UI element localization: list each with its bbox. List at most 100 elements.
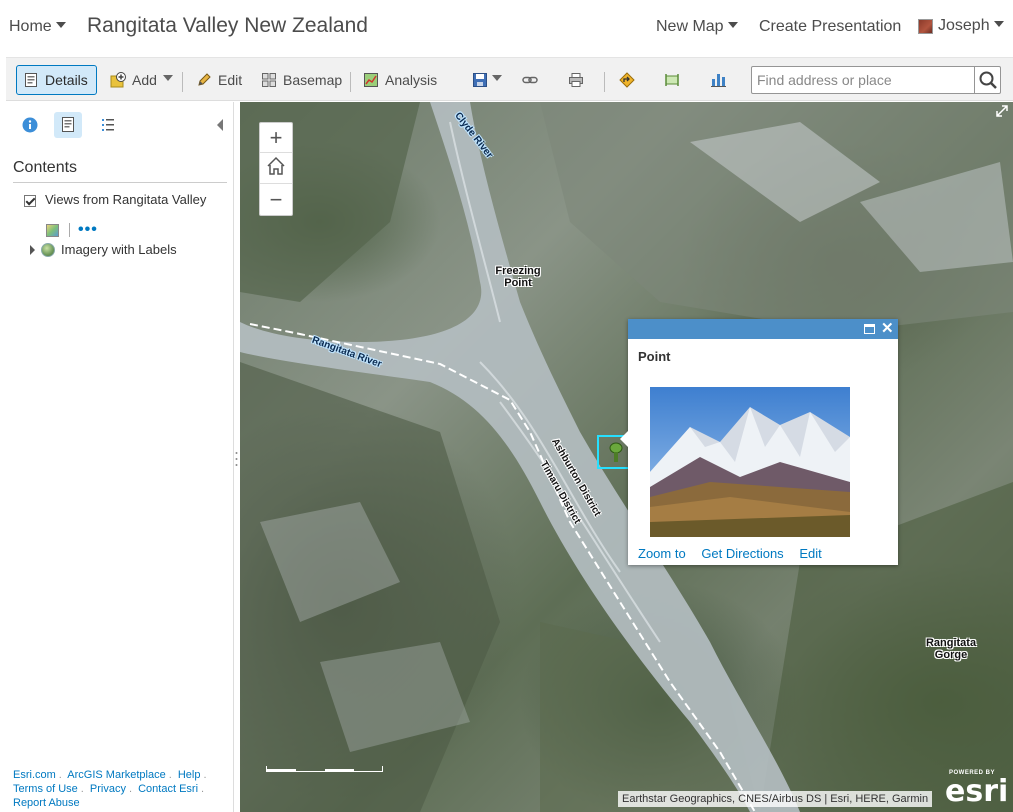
divider [13, 182, 227, 183]
details-label: Details [45, 72, 88, 88]
basemap-grid-icon [261, 72, 277, 88]
user-name: Joseph [938, 17, 990, 34]
fullscreen-icon[interactable] [995, 104, 1009, 118]
footer-link[interactable]: Contact Esri [138, 783, 198, 795]
bookmarks-icon [710, 72, 726, 88]
maximize-icon[interactable] [864, 324, 875, 334]
search-box [751, 66, 1001, 94]
close-icon[interactable]: ✕ [881, 320, 894, 338]
more-options-icon[interactable]: ••• [78, 222, 98, 238]
chevron-down-icon [55, 21, 66, 28]
divider [69, 223, 70, 237]
expand-arrow-icon[interactable] [30, 244, 35, 255]
popup-photo[interactable] [650, 387, 850, 537]
panel-resize-handle[interactable] [235, 450, 238, 468]
save-button[interactable] [466, 65, 508, 95]
create-presentation-link[interactable]: Create Presentation [759, 18, 901, 36]
home-extent-button[interactable] [260, 154, 292, 184]
footer-link[interactable]: Esri.com [13, 769, 56, 781]
search-icon [975, 71, 1001, 97]
toolbar-divider [182, 72, 183, 92]
search-input[interactable] [752, 67, 974, 93]
layer-label: Imagery with Labels [61, 242, 177, 257]
measure-icon [664, 72, 680, 88]
chevron-down-icon [993, 21, 1004, 27]
new-map-menu[interactable]: New Map [656, 18, 738, 36]
analysis-label: Analysis [385, 72, 438, 88]
basemap-button[interactable]: Basemap [255, 65, 348, 95]
popup-title: Point [638, 349, 671, 364]
popup-actions: Zoom to Get Directions Edit [638, 546, 834, 561]
user-menu[interactable]: Joseph [918, 17, 1004, 35]
zoom-to-link[interactable]: Zoom to [638, 546, 686, 561]
layer-actions: ••• [46, 222, 98, 238]
scale-bar [266, 766, 383, 772]
pencil-icon [196, 72, 212, 88]
home-icon [265, 155, 287, 183]
details-button[interactable]: Details [16, 65, 97, 95]
directions-button[interactable] [613, 65, 647, 95]
toolbar-divider [350, 72, 351, 92]
avatar [918, 18, 933, 34]
chevron-down-icon [162, 75, 173, 81]
footer-link[interactable]: Terms of Use [13, 783, 78, 795]
layer-label[interactable]: Views from Rangitata Valley [45, 192, 215, 207]
top-header: Home Rangitata Valley New Zealand New Ma… [0, 0, 1013, 56]
measure-button[interactable] [658, 65, 692, 95]
feature-popup: ✕ Point Zoom to Get Directions Edit [620, 319, 898, 565]
print-button[interactable] [562, 65, 596, 95]
map-label-place: Rangitata Gorge [925, 637, 977, 661]
details-icon [23, 72, 39, 88]
add-button[interactable]: Add [104, 65, 179, 95]
layer-visibility-checkbox[interactable] [24, 195, 36, 207]
analysis-icon [363, 72, 379, 88]
legend-list-icon [94, 119, 122, 142]
contents-title: Contents [13, 159, 78, 176]
basemap-label: Basemap [283, 72, 343, 88]
left-panel: Contents Views from Rangitata Valley •••… [6, 102, 234, 812]
new-map-label: New Map [656, 18, 724, 35]
footer-link[interactable]: ArcGIS Marketplace [67, 769, 165, 781]
map-label-place: Freezing Point [495, 265, 541, 289]
footer-link[interactable]: Report Abuse [13, 797, 80, 809]
home-menu[interactable]: Home [9, 18, 66, 36]
print-icon [568, 72, 584, 88]
info-icon [16, 117, 44, 142]
chevron-down-icon [492, 75, 502, 81]
tab-contents[interactable] [54, 112, 82, 138]
contents-icon [54, 117, 82, 142]
save-icon [472, 72, 488, 88]
tab-legend[interactable] [94, 112, 122, 138]
edit-button[interactable]: Edit [190, 65, 248, 95]
legend-icon[interactable] [46, 223, 59, 237]
basemap-globe-icon [41, 242, 55, 257]
collapse-panel-icon[interactable] [217, 119, 223, 131]
share-link-button[interactable] [516, 65, 550, 95]
add-label: Add [132, 72, 157, 88]
esri-logo[interactable]: POWERED BY esri [945, 770, 1008, 808]
footer-link[interactable]: Privacy [90, 783, 126, 795]
footer-link[interactable]: Help [178, 769, 201, 781]
footer-links: Esri.com. ArcGIS Marketplace. Help. Term… [13, 769, 207, 809]
search-button[interactable] [974, 67, 1000, 93]
page-title: Rangitata Valley New Zealand [87, 14, 368, 37]
link-icon [522, 72, 538, 88]
home-label: Home [9, 18, 52, 35]
zoom-in-button[interactable]: + [260, 123, 292, 153]
zoom-out-button[interactable]: − [260, 185, 292, 215]
analysis-button[interactable]: Analysis [357, 65, 443, 95]
toolbar-divider [604, 72, 605, 92]
edit-label: Edit [218, 72, 243, 88]
add-icon [110, 72, 126, 88]
edit-feature-link[interactable]: Edit [799, 546, 821, 561]
get-directions-link[interactable]: Get Directions [701, 546, 783, 561]
map-attribution: Earthstar Geographics, CNES/Airbus DS | … [618, 791, 933, 807]
map-view[interactable]: Clyde River Freezing Point Rangitata Riv… [240, 102, 1013, 812]
zoom-control: + − [259, 122, 293, 216]
tab-about[interactable] [16, 112, 44, 138]
map-toolbar: Details Add Edit Basemap Analysis [6, 57, 1013, 101]
bookmarks-button[interactable] [704, 65, 738, 95]
basemap-layer-item[interactable]: Imagery with Labels [30, 242, 177, 257]
popup-pointer [620, 431, 628, 447]
directions-icon [619, 72, 635, 88]
